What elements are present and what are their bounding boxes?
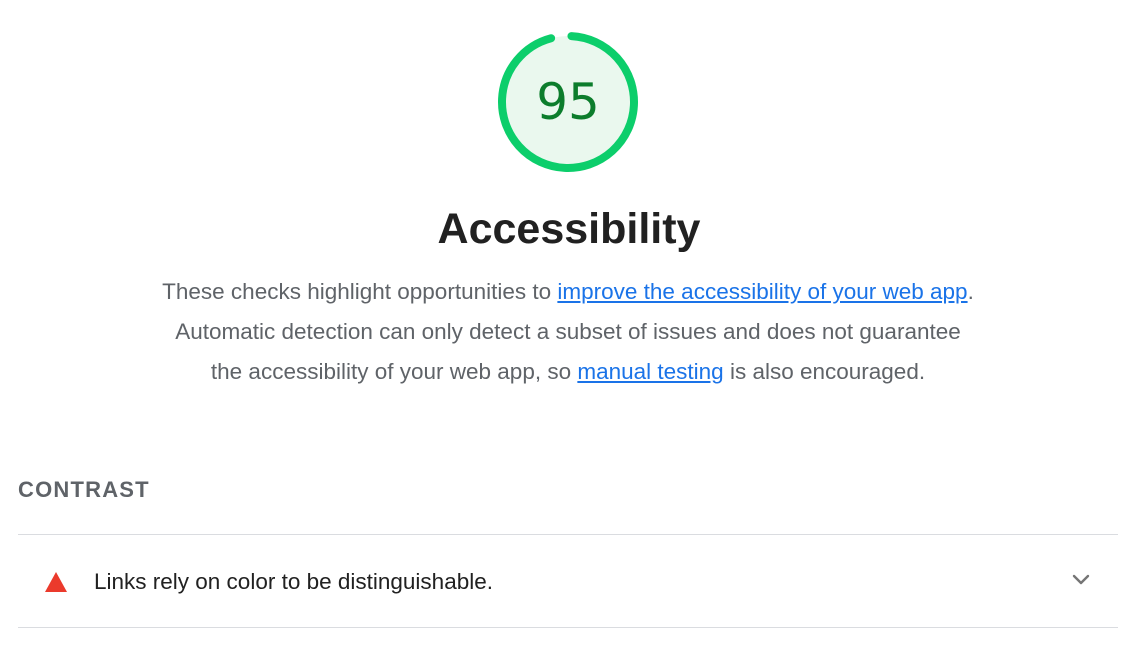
accessibility-report: 95 Accessibility These checks highlight …	[0, 0, 1138, 650]
category-description: These checks highlight opportunities to …	[160, 272, 976, 392]
divider-top	[18, 534, 1118, 535]
score-value: 95	[536, 73, 600, 131]
audit-title: Links rely on color to be distinguishabl…	[94, 569, 493, 594]
improve-accessibility-link[interactable]: improve the accessibility of your web ap…	[557, 279, 967, 304]
group-title-contrast: CONTRAST	[18, 477, 150, 502]
manual-testing-link[interactable]: manual testing	[577, 359, 723, 384]
description-text-3: is also encouraged.	[723, 359, 926, 384]
audit-row-link-color[interactable]: Links rely on color to be distinguishabl…	[18, 536, 1118, 627]
score-gauge[interactable]: 95	[495, 29, 641, 175]
divider-bottom	[18, 627, 1118, 628]
chevron-down-icon[interactable]	[1071, 573, 1091, 587]
fail-triangle-icon	[45, 572, 67, 592]
description-text-1: These checks highlight opportunities to	[162, 279, 558, 304]
category-title: Accessibility	[437, 205, 701, 253]
